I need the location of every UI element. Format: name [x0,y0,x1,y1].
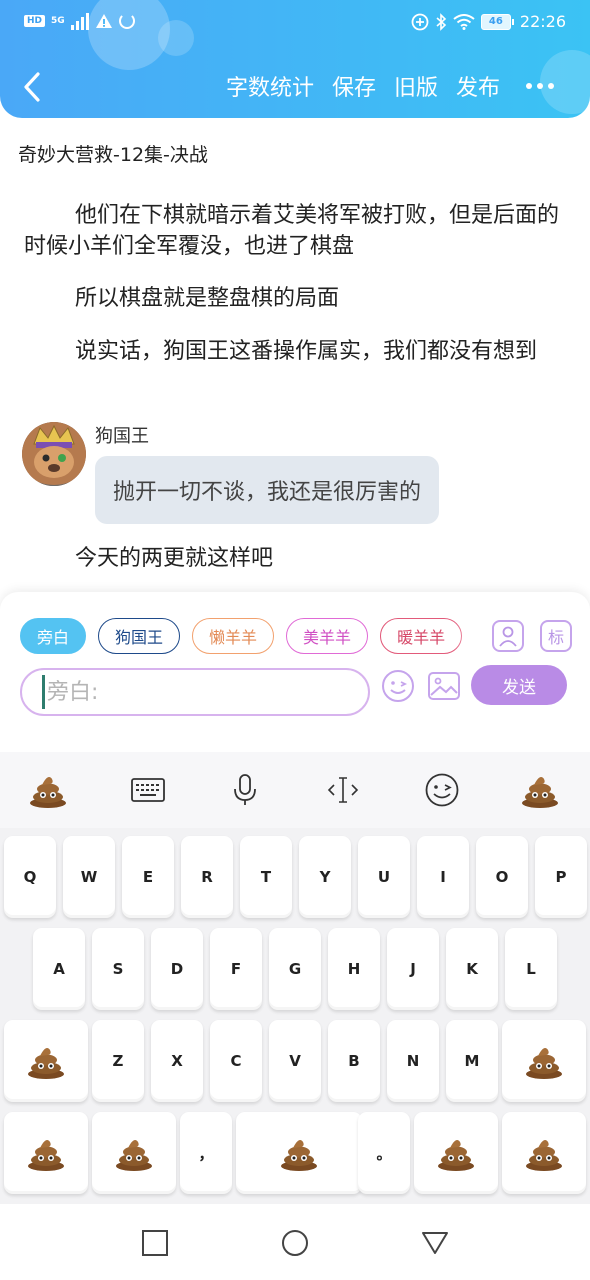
network-type: 5G [51,16,65,26]
key-x[interactable]: X [151,1020,203,1102]
key-z[interactable]: Z [92,1020,144,1102]
key-o[interactable]: O [476,836,528,918]
battery-icon: 46 [480,13,514,30]
dialogue-input-field[interactable] [47,679,337,705]
shift-key-poop-icon[interactable] [4,1020,88,1102]
role-chip-lazy-goat[interactable]: 懒羊羊 [192,618,275,654]
publish-button[interactable]: 发布 [456,70,500,102]
keyboard-icon[interactable] [126,768,170,812]
role-chip-warm-goat[interactable]: 暖羊羊 [380,618,463,654]
word-count-button[interactable]: 字数统计 [226,70,314,102]
key-f[interactable]: F [210,928,262,1010]
text-caret [42,675,45,709]
soft-keyboard: Q W E R T Y U I O P A S D F G H J K L Z … [0,752,590,1204]
key-h[interactable]: H [328,928,380,1010]
bluetooth-icon [436,12,447,31]
more-icon[interactable] [526,83,554,89]
key-k[interactable]: K [446,928,498,1010]
keyboard-toolbar [0,752,590,828]
key-t[interactable]: T [240,836,292,918]
cursor-icon[interactable] [321,768,365,812]
key-m[interactable]: M [446,1020,498,1102]
triangle-back-icon[interactable] [420,1228,450,1258]
hd-badge: HD [24,15,46,27]
header-actions: 字数统计 保存 旧版 发布 [226,70,554,102]
role-chip-dog-king[interactable]: 狗国王 [98,618,181,654]
space-key-poop-icon[interactable] [236,1112,362,1194]
role-chip-pretty-goat[interactable]: 美羊羊 [286,618,369,654]
save-button[interactable]: 保存 [332,70,376,102]
dialogue-input[interactable] [20,668,370,716]
key-e[interactable]: E [122,836,174,918]
add-circle-icon [411,13,429,30]
dialogue-block[interactable]: 狗国王 抛开一切不谈，我还是很厉害的 [22,420,582,530]
key-c[interactable]: C [210,1020,262,1102]
square-recents-icon[interactable] [140,1228,170,1258]
lang-key-poop-icon[interactable] [414,1112,498,1194]
key-g[interactable]: G [269,928,321,1010]
sync-icon [118,13,135,29]
key-comma[interactable]: ， [180,1112,232,1194]
key-s[interactable]: S [92,928,144,1010]
send-button[interactable]: 发送 [471,665,567,705]
key-u[interactable]: U [358,836,410,918]
key-period[interactable]: 。 [358,1112,410,1194]
poop-emoji-icon[interactable] [26,768,70,812]
symbol-key-poop-icon[interactable] [4,1112,88,1194]
number-key-poop-icon[interactable] [92,1112,176,1194]
delete-key-poop-icon[interactable] [502,1020,586,1102]
status-bar: HD 5G 46 22:26 [0,0,590,48]
key-l[interactable]: L [505,928,557,1010]
warning-icon [95,14,112,28]
key-j[interactable]: J [387,928,439,1010]
wink-face-icon[interactable] [420,768,464,812]
emoji-icon[interactable] [380,668,416,704]
battery-level: 46 [480,13,511,30]
dialogue-composer: 旁白 狗国王 懒羊羊 美羊羊 暖羊羊 标 发送 [0,592,590,752]
key-d[interactable]: D [151,928,203,1010]
story-paragraph[interactable]: 所以棋盘就是整盘棋的局面 [24,283,560,314]
speech-bubble: 抛开一切不谈，我还是很厉害的 [95,456,440,524]
app-header: HD 5G 46 22:26 字数统计 保存 旧版 发布 [0,0,590,118]
key-i[interactable]: I [417,836,469,918]
story-paragraph[interactable]: 说实话，狗国王这番操作属实，我们都没有想到 [24,336,560,367]
image-icon[interactable] [426,668,462,704]
key-n[interactable]: N [387,1020,439,1102]
key-b[interactable]: B [328,1020,380,1102]
document-title: 奇妙大营救-12集-决战 [18,144,208,166]
key-a[interactable]: A [33,928,85,1010]
old-version-button[interactable]: 旧版 [394,70,438,102]
back-arrow-icon[interactable] [18,70,48,104]
chip-fade [454,612,488,658]
key-p[interactable]: P [535,836,587,918]
microphone-icon[interactable] [223,768,267,812]
tag-label: 标 [547,628,564,647]
role-selector: 旁白 狗国王 懒羊羊 美羊羊 暖羊羊 [20,618,463,654]
system-nav-bar [0,1204,590,1280]
person-icon[interactable] [492,620,524,652]
poop-emoji-icon[interactable] [518,768,562,812]
key-r[interactable]: R [181,836,233,918]
story-paragraph[interactable]: 他们在下棋就暗示着艾美将军被打败，但是后面的时候小羊们全军覆没，也进了棋盘 [24,200,560,262]
signal-icon [70,12,89,30]
role-chip-narrator[interactable]: 旁白 [20,618,87,654]
key-v[interactable]: V [269,1020,321,1102]
avatar [22,422,86,486]
tag-icon[interactable]: 标 [540,620,572,652]
key-y[interactable]: Y [299,836,351,918]
key-q[interactable]: Q [4,836,56,918]
story-paragraph[interactable]: 今天的两更就这样吧 [24,543,560,574]
clock: 22:26 [519,12,566,31]
speaker-name: 狗国王 [95,426,149,447]
circle-home-icon[interactable] [280,1228,310,1258]
key-w[interactable]: W [63,836,115,918]
wifi-icon [453,13,475,30]
enter-key-poop-icon[interactable] [502,1112,586,1194]
